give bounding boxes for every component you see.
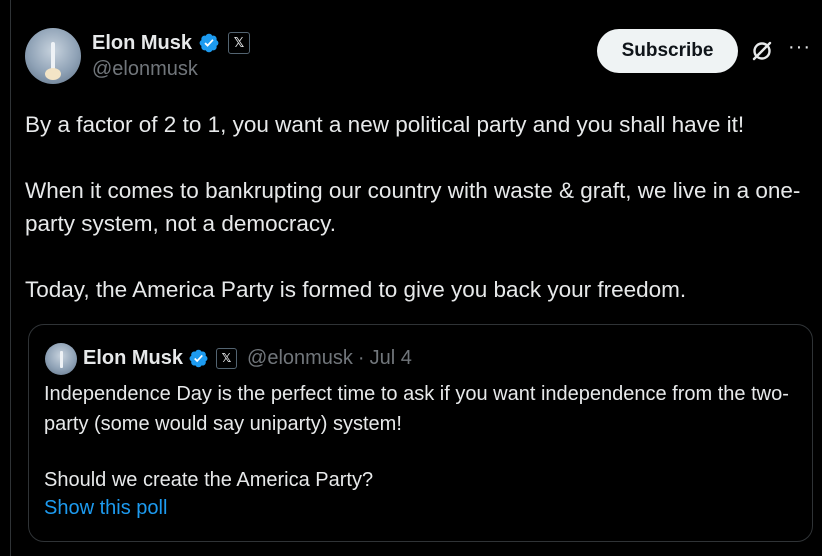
quoted-author-handle[interactable]: @elonmusk xyxy=(247,347,353,370)
author-avatar[interactable] xyxy=(25,28,81,84)
grok-icon[interactable] xyxy=(750,39,774,63)
post-paragraph: By a factor of 2 to 1, you want a new po… xyxy=(25,112,745,137)
post-text: By a factor of 2 to 1, you want a new po… xyxy=(25,108,820,306)
quoted-post-date[interactable]: Jul 4 xyxy=(370,347,412,370)
show-poll-link[interactable]: Show this poll xyxy=(44,497,167,520)
verified-badge-icon[interactable] xyxy=(198,32,220,54)
more-options-icon[interactable]: ··· xyxy=(788,36,811,59)
separator-dot: · xyxy=(357,346,365,369)
x-affiliate-icon[interactable]: 𝕏 xyxy=(228,32,251,54)
post-paragraph: Today, the America Party is formed to gi… xyxy=(25,277,687,302)
verified-badge-icon[interactable] xyxy=(188,348,209,369)
subscribe-button[interactable]: Subscribe xyxy=(597,29,738,73)
author-name[interactable]: Elon Musk xyxy=(92,32,192,55)
quoted-author-name[interactable]: Elon Musk xyxy=(83,347,183,370)
rocket-plume xyxy=(45,68,61,80)
author-name-row: Elon Musk 𝕏 xyxy=(92,30,251,56)
author-handle[interactable]: @elonmusk xyxy=(92,58,198,81)
quoted-author-avatar[interactable] xyxy=(45,343,77,375)
rocket-icon xyxy=(60,351,63,368)
post-paragraph: When it comes to bankrupting our country… xyxy=(25,178,801,236)
quoted-post-text: Independence Day is the perfect time to … xyxy=(44,379,804,495)
quoted-post-header: Elon Musk 𝕏 @elonmusk · Jul 4 xyxy=(83,345,412,371)
quoted-paragraph: Should we create the America Party? xyxy=(44,469,374,491)
quoted-paragraph: Independence Day is the perfect time to … xyxy=(44,383,789,435)
x-affiliate-icon[interactable]: 𝕏 xyxy=(216,347,238,369)
quoted-post[interactable]: Elon Musk 𝕏 @elonmusk · Jul 4 Independen… xyxy=(28,324,813,542)
left-divider xyxy=(10,0,11,556)
